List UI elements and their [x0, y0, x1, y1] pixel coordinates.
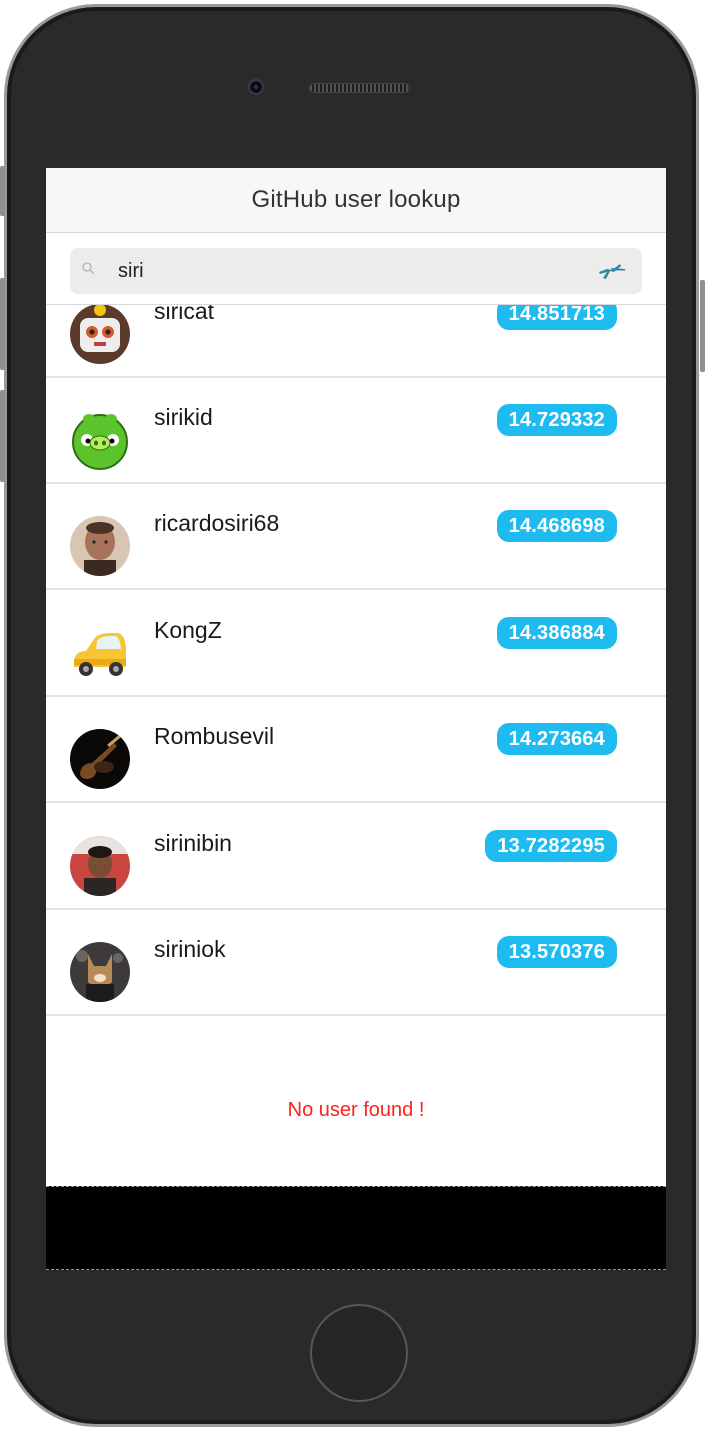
avatar — [70, 729, 130, 789]
avatar — [70, 305, 130, 364]
yellow-car-avatar — [70, 623, 130, 683]
photo-avatar — [70, 516, 130, 576]
list-item[interactable]: Rombusevil 14.273664 — [46, 697, 666, 803]
photo-avatar — [70, 836, 130, 896]
power-button[interactable] — [700, 280, 705, 372]
camera-icon — [248, 79, 264, 95]
empty-message: No user found ! — [287, 1099, 425, 1121]
avatar — [70, 623, 130, 683]
app-screen: GitHub user lookup siri siricat 14.85171… — [46, 168, 666, 1270]
volume-down-button[interactable] — [0, 390, 5, 482]
list-item[interactable]: siricat 14.851713 — [46, 305, 666, 378]
avatar — [70, 836, 130, 896]
guitar-avatar — [70, 729, 130, 789]
username: ricardosiri68 — [154, 510, 280, 536]
search-icon — [82, 262, 94, 274]
user-list[interactable]: siricat 14.851713 sirikid 14.729332 rica… — [46, 305, 666, 1017]
username: siricat — [154, 305, 215, 324]
running-man-icon[interactable] — [596, 260, 628, 284]
search-input[interactable] — [118, 248, 558, 294]
score-badge: 14.851713 — [496, 305, 617, 330]
avatar — [70, 516, 130, 576]
score-badge: 13.7282295 — [485, 830, 617, 862]
list-item[interactable]: sirinibin 13.7282295 — [46, 804, 666, 910]
list-item[interactable]: KongZ 14.386884 — [46, 591, 666, 697]
avatar — [70, 942, 130, 1002]
score-badge: 14.729332 — [496, 404, 617, 436]
search-bar[interactable] — [70, 248, 642, 294]
score-badge: 14.386884 — [496, 617, 617, 649]
page-title: GitHub user lookup — [251, 186, 461, 213]
volume-up-button[interactable] — [0, 278, 5, 370]
username: sirikid — [154, 404, 213, 430]
list-item[interactable]: ricardosiri68 14.468698 — [46, 484, 666, 590]
list-item[interactable]: sirikid 14.729332 — [46, 378, 666, 484]
score-badge: 13.570376 — [496, 936, 617, 968]
black-bar — [46, 1186, 666, 1270]
score-badge: 14.273664 — [496, 723, 617, 755]
username: siriniok — [154, 936, 226, 962]
dog-avatar — [70, 942, 130, 1002]
phone-frame: GitHub user lookup siri siricat 14.85171… — [4, 4, 699, 1427]
cat-robot-avatar — [70, 305, 130, 364]
list-item[interactable]: siriniok 13.570376 — [46, 910, 666, 1016]
home-button[interactable] — [310, 1304, 408, 1402]
username: Rombusevil — [154, 723, 275, 749]
username: KongZ — [154, 617, 222, 643]
username: sirinibin — [154, 830, 232, 856]
navigation-bar: GitHub user lookup — [46, 168, 666, 233]
score-badge: 14.468698 — [496, 510, 617, 542]
avatar — [70, 410, 130, 470]
mute-switch[interactable] — [0, 166, 5, 216]
green-pig-avatar — [70, 410, 130, 470]
speaker-grille — [309, 83, 410, 93]
